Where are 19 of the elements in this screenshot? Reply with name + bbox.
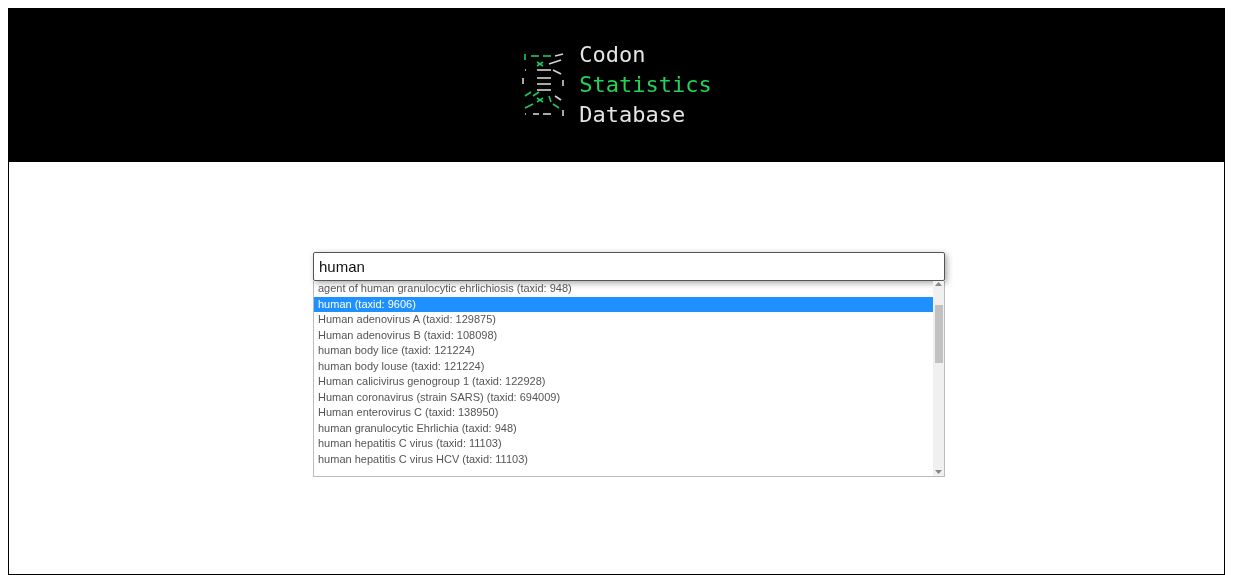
scroll-up-icon[interactable]	[935, 282, 942, 287]
scroll-down-icon[interactable]	[935, 470, 942, 475]
suggestion-item[interactable]: human body louse (taxid: 121224)	[314, 358, 933, 374]
suggestion-item[interactable]: Human coronavirus (strain SARS) (taxid: 694009)	[314, 389, 933, 405]
suggestion-item[interactable]: Human adenovirus A (taxid: 129875)	[314, 312, 933, 328]
logo-text: Codon	[579, 41, 647, 69]
suggestion-item[interactable]: agent of human granulocytic ehrlichiosis (taxid: 948)	[314, 281, 933, 297]
suggestion-item[interactable]: Human adenovirus B (taxid: 108098)	[314, 327, 933, 343]
suggestion-item[interactable]: Human enterovirus C (taxid: 138950)	[314, 405, 933, 421]
scroll-thumb[interactable]	[934, 304, 943, 363]
suggestion-item[interactable]: human granulocytic Ehrlichia (taxid: 948)	[314, 420, 933, 436]
suggestion-item[interactable]: human hepatitis C virus (taxid: 11103)	[314, 436, 933, 452]
suggestion-item[interactable]: human hepatitis C virus HCV (taxid: 11103)	[314, 451, 933, 467]
suggestion-item[interactable]: Human calicivirus genogroup 1 (taxid: 122928)	[314, 374, 933, 390]
logo-text: Statistics	[579, 71, 712, 99]
logo-text: Database	[579, 101, 687, 129]
suggestion-item[interactable]: human body lice (taxid: 121224)	[314, 343, 933, 359]
scrollbar[interactable]	[933, 281, 944, 476]
search-field[interactable]: human	[313, 252, 945, 281]
